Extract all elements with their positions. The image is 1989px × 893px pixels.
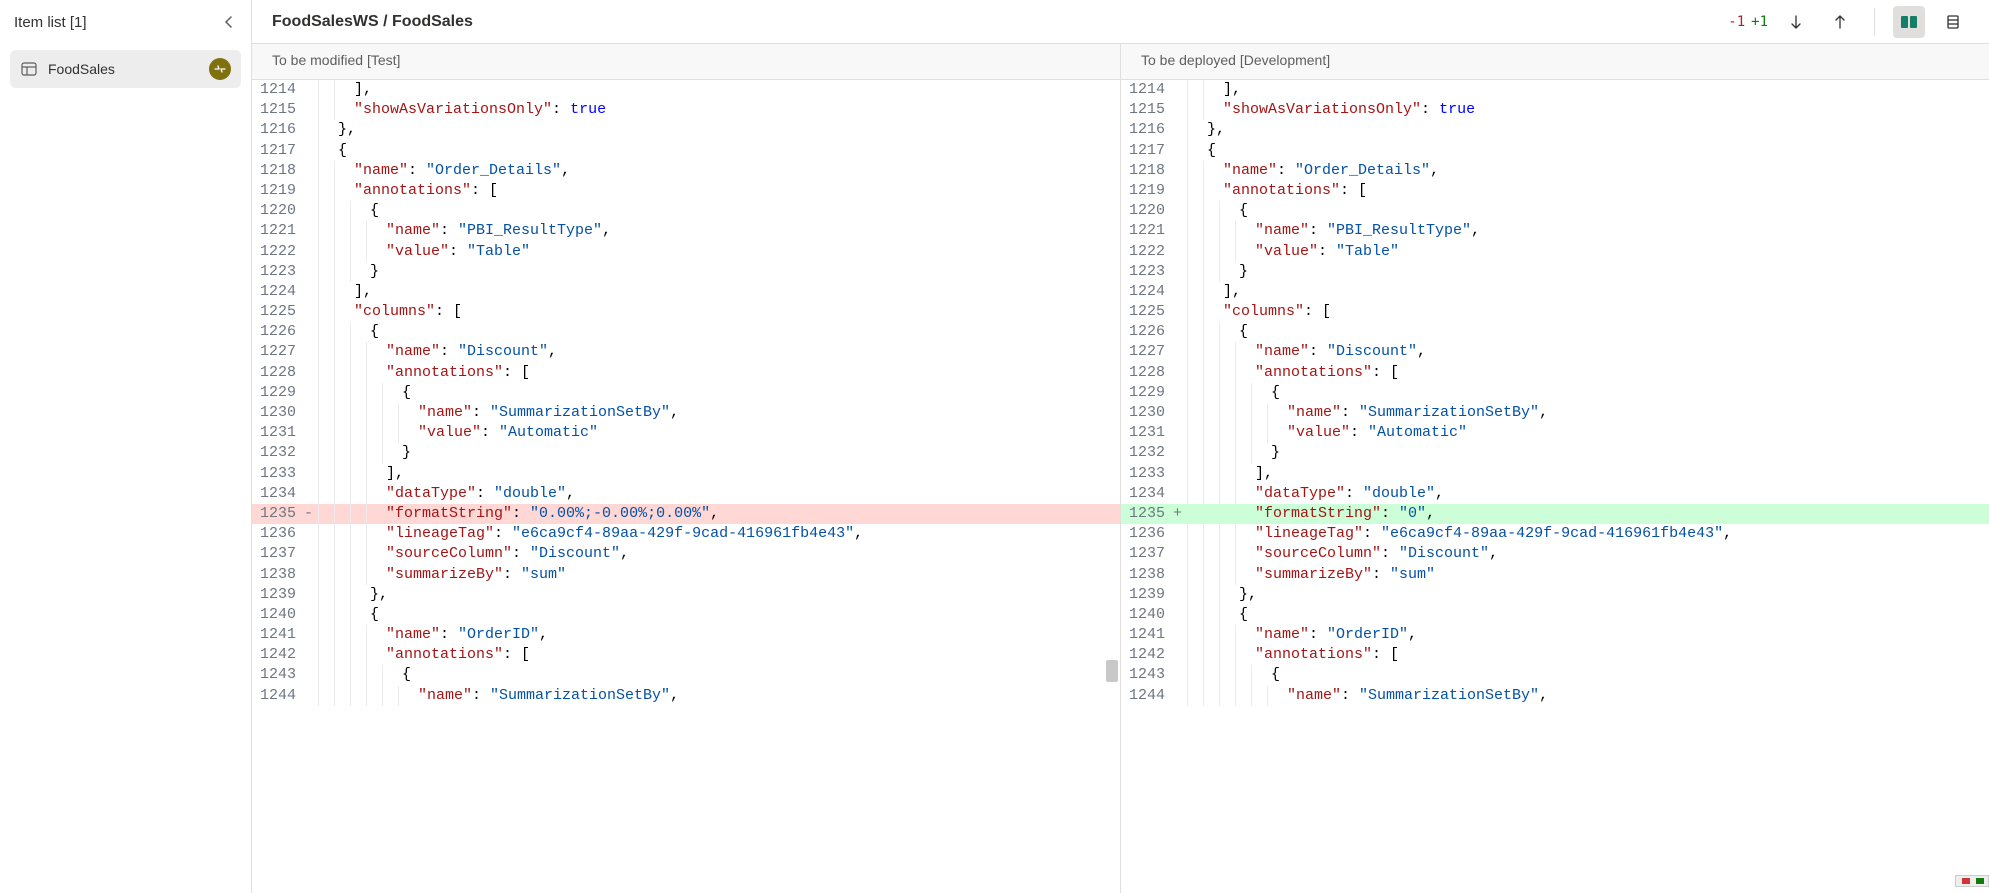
code-line: 1225"columns": [ <box>1121 302 1989 322</box>
right-diff-pane[interactable]: 1214],1215"showAsVariationsOnly": true12… <box>1121 80 1989 893</box>
code-line: 1226{ <box>1121 322 1989 342</box>
code-line: 1219"annotations": [ <box>1121 181 1989 201</box>
code-line: 1216}, <box>1121 120 1989 140</box>
breadcrumb: FoodSalesWS / FoodSales <box>272 13 1728 31</box>
code-line: 1243{ <box>1121 665 1989 685</box>
code-line: 1236"lineageTag": "e6ca9cf4-89aa-429f-9c… <box>252 524 1120 544</box>
code-line: 1222"value": "Table" <box>252 242 1120 262</box>
code-line: 1241"name": "OrderID", <box>252 625 1120 645</box>
diff-count: -1 +1 <box>1728 14 1768 30</box>
code-line: 1243{ <box>252 665 1120 685</box>
side-by-side-view-button[interactable] <box>1893 6 1925 38</box>
code-line: 1218"name": "Order_Details", <box>1121 161 1989 181</box>
overview-ruler[interactable] <box>1955 875 1989 887</box>
code-line: 1230"name": "SummarizationSetBy", <box>1121 403 1989 423</box>
sidebar: Item list [1] FoodSales <box>0 0 252 893</box>
code-line: 1220{ <box>252 201 1120 221</box>
code-line: 1228"annotations": [ <box>252 363 1120 383</box>
code-line: 1238"summarizeBy": "sum" <box>252 565 1120 585</box>
code-line: 1227"name": "Discount", <box>252 342 1120 362</box>
sidebar-item-label: FoodSales <box>48 61 115 77</box>
sidebar-item-foodsales[interactable]: FoodSales <box>10 50 241 88</box>
right-code[interactable]: 1214],1215"showAsVariationsOnly": true12… <box>1121 80 1989 706</box>
code-line: 1235+"formatString": "0", <box>1121 504 1989 524</box>
code-line: 1242"annotations": [ <box>1121 645 1989 665</box>
dataset-icon <box>20 60 38 78</box>
code-line: 1239}, <box>252 585 1120 605</box>
diff-removed-count: -1 <box>1728 14 1745 30</box>
code-line: 1221"name": "PBI_ResultType", <box>252 221 1120 241</box>
code-line: 1219"annotations": [ <box>252 181 1120 201</box>
code-line: 1224], <box>252 282 1120 302</box>
code-line: 1240{ <box>252 605 1120 625</box>
toolbar-divider <box>1874 8 1875 36</box>
code-line: 1228"annotations": [ <box>1121 363 1989 383</box>
sidebar-header: Item list [1] <box>0 0 251 44</box>
code-line: 1216}, <box>252 120 1120 140</box>
columns-header: To be modified [Test] To be deployed [De… <box>252 44 1989 80</box>
code-line: 1244"name": "SummarizationSetBy", <box>252 686 1120 706</box>
code-line: 1214], <box>252 80 1120 100</box>
code-line: 1238"summarizeBy": "sum" <box>1121 565 1989 585</box>
code-line: 1227"name": "Discount", <box>1121 342 1989 362</box>
collapse-sidebar-icon[interactable] <box>221 14 237 30</box>
code-line: 1241"name": "OrderID", <box>1121 625 1989 645</box>
diff-added-count: +1 <box>1751 14 1768 30</box>
code-line: 1233], <box>252 464 1120 484</box>
scrollbar[interactable] <box>1106 80 1118 893</box>
code-line: 1244"name": "SummarizationSetBy", <box>1121 686 1989 706</box>
code-line: 1237"sourceColumn": "Discount", <box>252 544 1120 564</box>
main-header: FoodSalesWS / FoodSales -1 +1 <box>252 0 1989 44</box>
code-line: 1239}, <box>1121 585 1989 605</box>
prev-change-button[interactable] <box>1824 6 1856 38</box>
code-line: 1215"showAsVariationsOnly": true <box>252 100 1120 120</box>
code-line: 1230"name": "SummarizationSetBy", <box>252 403 1120 423</box>
code-line: 1234"dataType": "double", <box>1121 484 1989 504</box>
main: FoodSalesWS / FoodSales -1 +1 <box>252 0 1989 893</box>
next-change-button[interactable] <box>1780 6 1812 38</box>
code-line: 1229{ <box>252 383 1120 403</box>
code-line: 1220{ <box>1121 201 1989 221</box>
code-line: 1235-"formatString": "0.00%;-0.00%;0.00%… <box>252 504 1120 524</box>
code-line: 1233], <box>1121 464 1989 484</box>
right-pane-title: To be deployed [Development] <box>1121 44 1989 79</box>
code-line: 1225"columns": [ <box>252 302 1120 322</box>
code-line: 1232} <box>252 443 1120 463</box>
diff-body: 1214],1215"showAsVariationsOnly": true12… <box>252 80 1989 893</box>
code-line: 1224], <box>1121 282 1989 302</box>
code-line: 1234"dataType": "double", <box>252 484 1120 504</box>
code-line: 1222"value": "Table" <box>1121 242 1989 262</box>
left-code[interactable]: 1214],1215"showAsVariationsOnly": true12… <box>252 80 1120 706</box>
item-list-title: Item list [1] <box>14 14 87 31</box>
code-line: 1240{ <box>1121 605 1989 625</box>
inline-view-button[interactable] <box>1937 6 1969 38</box>
code-line: 1214], <box>1121 80 1989 100</box>
code-line: 1242"annotations": [ <box>252 645 1120 665</box>
code-line: 1217{ <box>1121 141 1989 161</box>
code-line: 1237"sourceColumn": "Discount", <box>1121 544 1989 564</box>
code-line: 1223} <box>1121 262 1989 282</box>
code-line: 1231"value": "Automatic" <box>252 423 1120 443</box>
code-line: 1226{ <box>252 322 1120 342</box>
left-diff-pane[interactable]: 1214],1215"showAsVariationsOnly": true12… <box>252 80 1121 893</box>
code-line: 1229{ <box>1121 383 1989 403</box>
code-line: 1232} <box>1121 443 1989 463</box>
code-line: 1231"value": "Automatic" <box>1121 423 1989 443</box>
code-line: 1215"showAsVariationsOnly": true <box>1121 100 1989 120</box>
code-line: 1236"lineageTag": "e6ca9cf4-89aa-429f-9c… <box>1121 524 1989 544</box>
code-line: 1218"name": "Order_Details", <box>252 161 1120 181</box>
code-line: 1217{ <box>252 141 1120 161</box>
code-line: 1221"name": "PBI_ResultType", <box>1121 221 1989 241</box>
status-badge <box>209 58 231 80</box>
code-line: 1223} <box>252 262 1120 282</box>
header-actions: -1 +1 <box>1728 6 1969 38</box>
left-pane-title: To be modified [Test] <box>252 44 1121 79</box>
